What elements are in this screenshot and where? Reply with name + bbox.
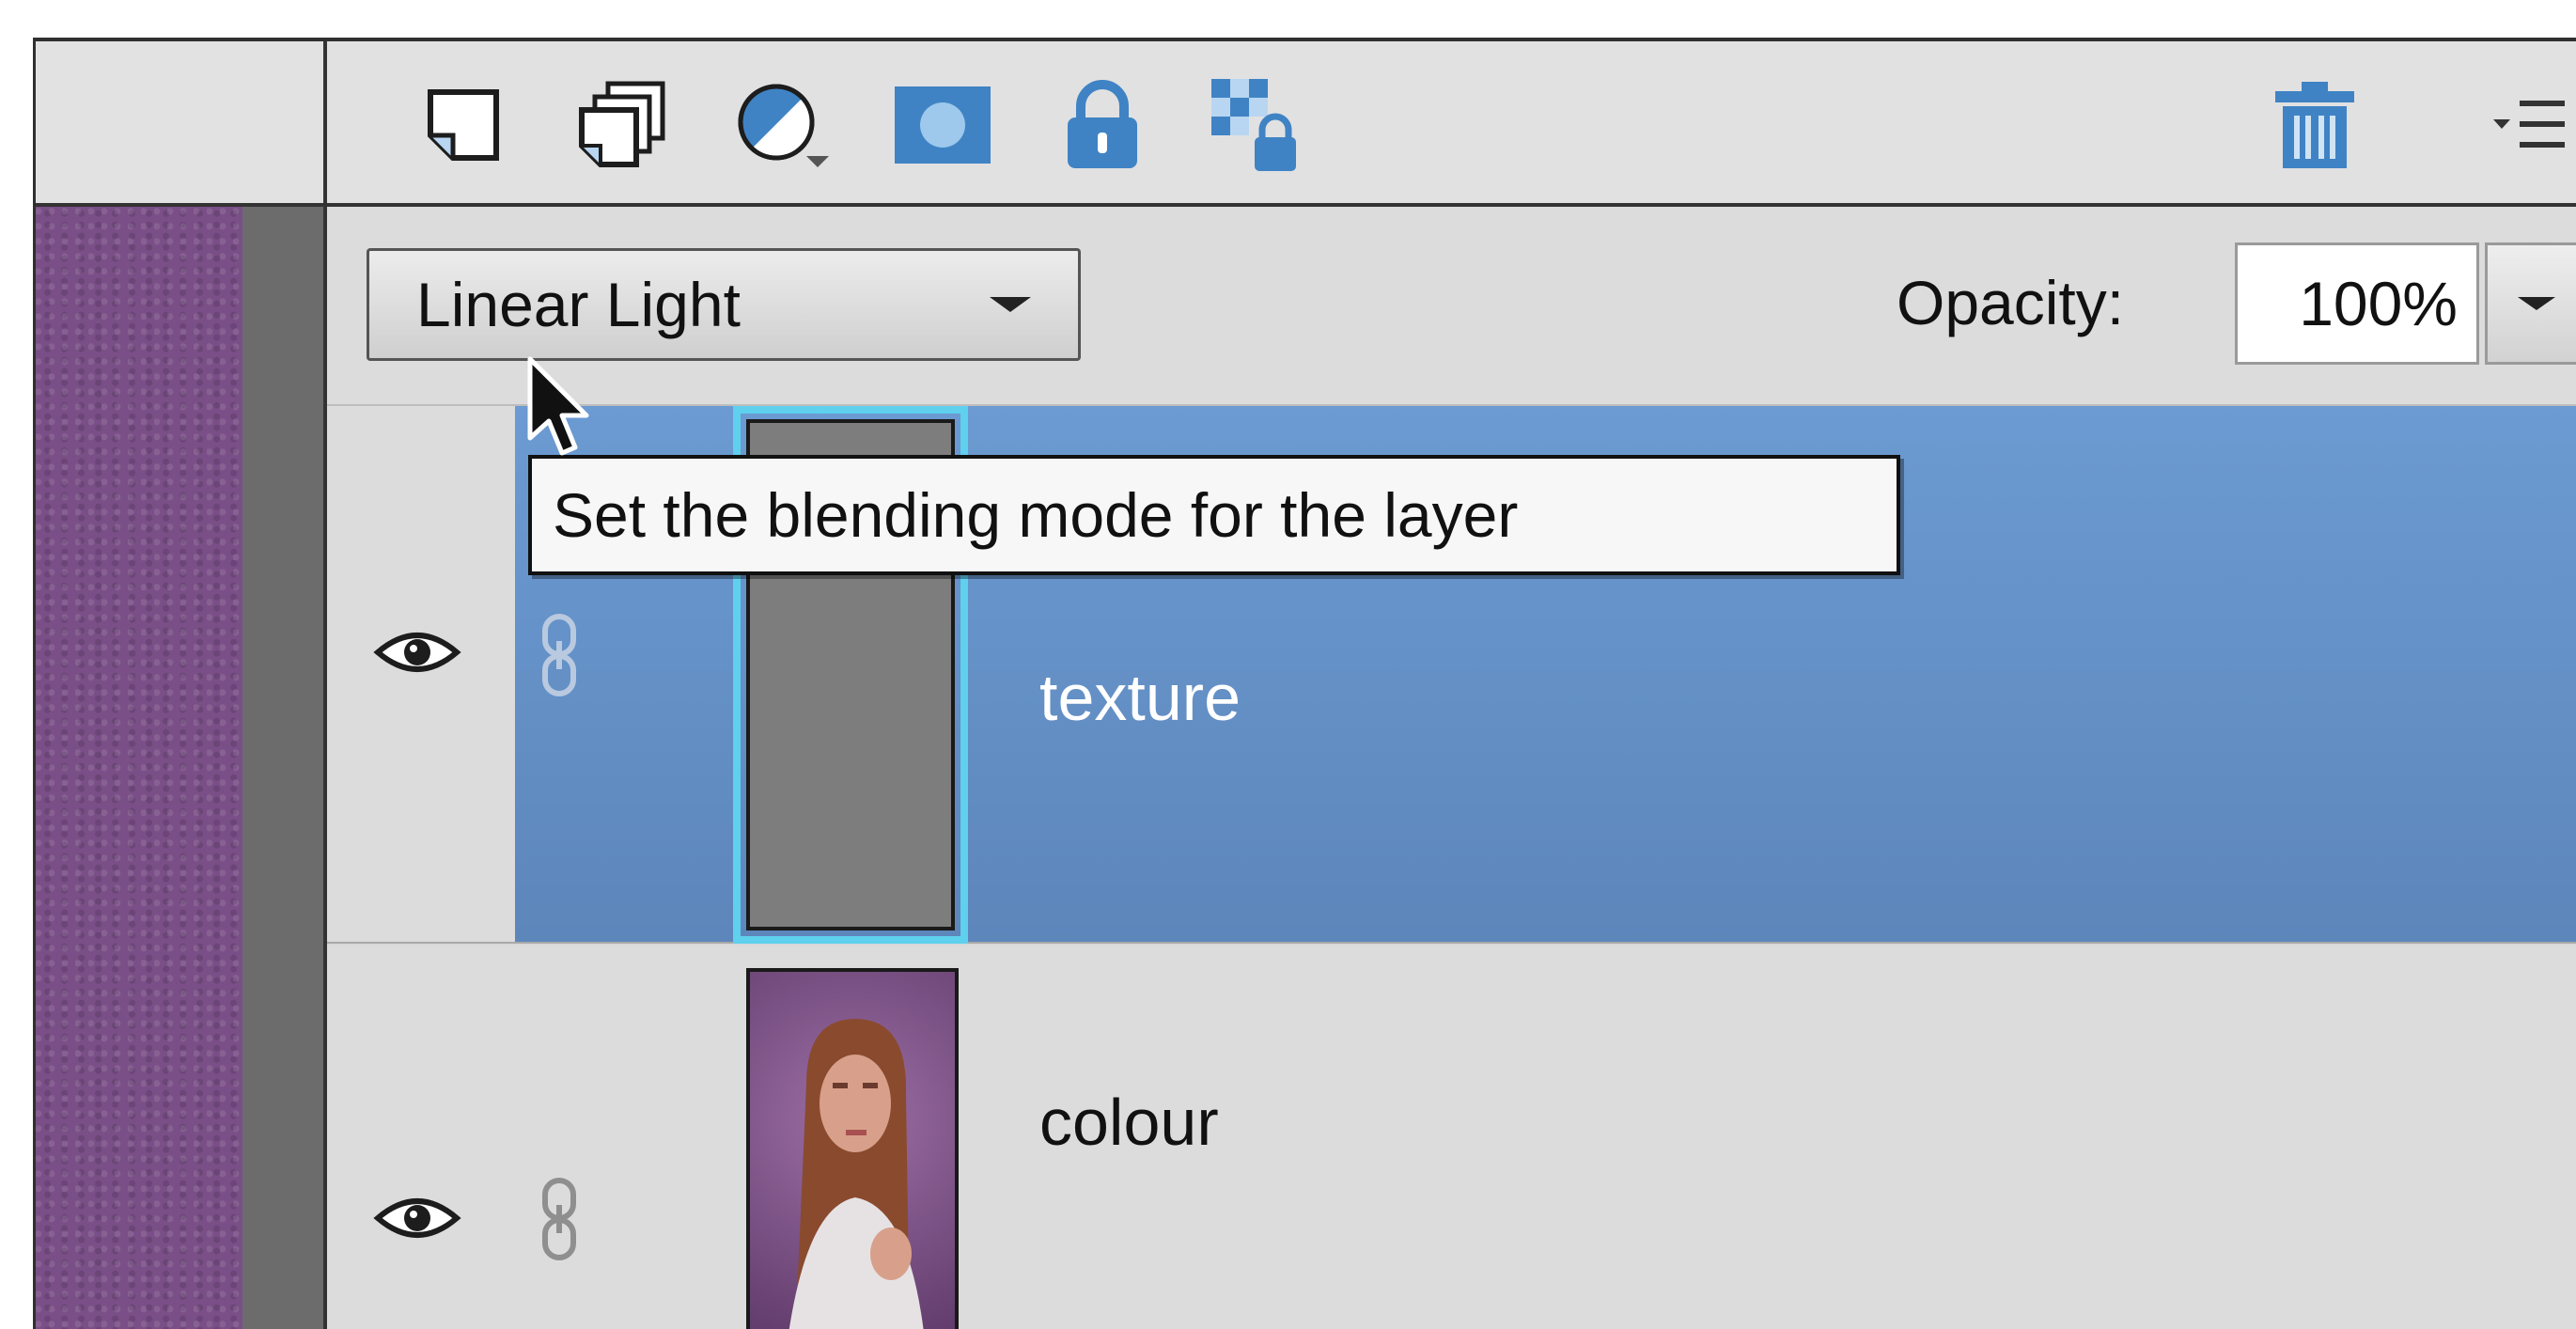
panel-gutter [242,207,327,1329]
portrait-thumbnail-image [788,1019,924,1329]
lock-transparency-icon[interactable] [1206,73,1309,177]
layer-name-colour[interactable]: colour [1039,1085,1219,1160]
layer-mask-icon[interactable] [891,73,994,177]
layer-name-texture[interactable]: texture [1039,660,1241,735]
opacity-slider-button[interactable] [2485,242,2576,365]
chevron-down-icon [2518,297,2555,310]
layer-thumbnail-colour[interactable] [746,968,959,1329]
lock-all-icon[interactable] [1051,73,1154,177]
new-layer-icon[interactable] [412,73,515,177]
eye-icon[interactable] [372,624,462,680]
panel-corner [36,41,327,207]
opacity-label: Opacity: [1897,268,2125,337]
adjustment-layer-icon[interactable] [731,73,835,177]
delete-layer-icon[interactable] [2263,73,2366,177]
layers-panel: Linear Light Opacity: 100% texture colou… [33,38,2576,1329]
opacity-input[interactable]: 100% [2235,242,2479,365]
blend-mode-value: Linear Light [416,270,741,339]
layer-row-colour[interactable]: colour [327,946,2576,1329]
layers-toolbar [327,41,2576,207]
panel-menu-icon[interactable] [2479,73,2576,177]
blend-mode-dropdown[interactable]: Linear Light [367,248,1081,361]
link-icon[interactable] [536,1177,583,1261]
new-group-icon[interactable] [571,73,675,177]
blend-mode-tooltip: Set the blending mode for the layer [528,455,1900,575]
chevron-down-icon [990,297,1031,312]
layer-controls-bar: Linear Light Opacity: 100% [327,207,2576,406]
mouse-cursor-icon [527,356,589,456]
document-canvas-edge [36,207,242,1329]
link-icon[interactable] [536,613,583,697]
eye-icon[interactable] [372,1190,462,1246]
